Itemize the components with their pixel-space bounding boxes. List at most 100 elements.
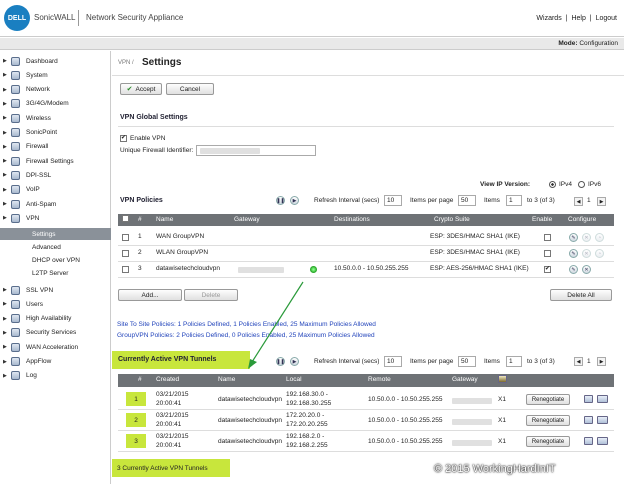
- first-page-icon[interactable]: ◀: [574, 357, 583, 366]
- logout-link[interactable]: Logout: [596, 15, 617, 22]
- stats-icon[interactable]: [584, 395, 593, 403]
- items-input[interactable]: 1: [506, 356, 522, 367]
- cancel-button[interactable]: Cancel: [166, 83, 214, 95]
- refresh-input[interactable]: 10: [384, 195, 402, 206]
- dpi-ssl-icon: [11, 170, 20, 180]
- sonicpoint-icon: [11, 128, 20, 137]
- table-row[interactable]: 2 03/21/2015 20:00:41 datawisetechcloudvpn 1…: [118, 410, 614, 431]
- sidebar-item-log[interactable]: ▶ Log: [0, 369, 111, 383]
- expand-arrow-icon: ▶: [3, 372, 7, 379]
- log-icon: [11, 371, 20, 381]
- enable-checkbox[interactable]: [544, 250, 551, 257]
- expand-arrow-icon: ▶: [3, 358, 7, 365]
- sidebar-item-security-services[interactable]: ▶ Security Services: [0, 326, 111, 340]
- tunnel-up-indicator-icon: [310, 266, 317, 273]
- edit-icon[interactable]: ✎: [569, 249, 578, 258]
- items-per-page-input[interactable]: 50: [458, 195, 476, 206]
- expand-arrow-icon: ▶: [3, 115, 7, 122]
- wireless-icon: [11, 113, 20, 123]
- breadcrumb[interactable]: VPN /: [118, 60, 134, 66]
- edit-icon[interactable]: ✎: [569, 265, 578, 274]
- sidebar-item-users[interactable]: ▶ Users: [0, 297, 111, 311]
- sidebar-item-label: High Availability: [26, 315, 72, 323]
- help-link[interactable]: Help: [571, 15, 585, 22]
- delete-icon[interactable]: ✕: [582, 233, 591, 242]
- tunnel-arrow-icon[interactable]: [597, 437, 608, 445]
- stats-icon[interactable]: ◔: [595, 249, 604, 258]
- items-input[interactable]: 1: [506, 195, 522, 206]
- table-row[interactable]: 2 WLAN GroupVPN ESP: 3DES/HMAC SHA1 (IKE) ✎…: [118, 246, 614, 262]
- enable-vpn-checkbox[interactable]: ✔: [120, 135, 127, 142]
- stats-icon[interactable]: [584, 437, 593, 445]
- sidebar-item-system[interactable]: ▶ System: [0, 68, 111, 82]
- enable-checkbox[interactable]: [544, 234, 551, 241]
- sidebar-item-wireless[interactable]: ▶ Wireless: [0, 111, 111, 125]
- sidebar-item-voip[interactable]: ▶ VoIP: [0, 183, 111, 197]
- next-page-icon[interactable]: ▶: [597, 197, 606, 206]
- row-checkbox[interactable]: [122, 234, 129, 241]
- local-network-start: 192.168.30.0 -: [286, 391, 328, 398]
- select-all-checkbox[interactable]: [122, 215, 129, 222]
- row-checkbox[interactable]: [122, 250, 129, 257]
- enable-checkbox[interactable]: ✔: [544, 266, 551, 273]
- table-row[interactable]: 3 03/21/2015 20:00:41 datawisetechcloudvpn 1…: [118, 431, 614, 452]
- delete-policy-button[interactable]: Delete: [184, 289, 238, 301]
- accept-button[interactable]: ✔ Accept: [120, 83, 162, 95]
- sidebar-sub-settings[interactable]: Settings: [0, 228, 111, 240]
- page-number: 1: [587, 197, 591, 204]
- sidebar-item-ssl-vpn[interactable]: ▶ SSL VPN: [0, 283, 111, 297]
- sidebar-item-dashboard[interactable]: ▶ Dashboard: [0, 54, 111, 68]
- play-icon[interactable]: ▶: [290, 196, 299, 205]
- sidebar-item-anti-spam[interactable]: ▶ Anti-Spam: [0, 197, 111, 211]
- stats-icon[interactable]: ◔: [595, 233, 604, 242]
- sidebar-sub-l2tp-server[interactable]: L2TP Server: [0, 267, 111, 279]
- items-per-page-input[interactable]: 50: [458, 356, 476, 367]
- wizards-link[interactable]: Wizards: [536, 15, 561, 22]
- local-network-start: 172.20.20.0 -: [286, 412, 325, 419]
- table-row[interactable]: 3 datawisetechcloudvpn 10.50.0.0 - 10.50.2…: [118, 262, 614, 278]
- tunnel-arrow-icon[interactable]: [597, 395, 608, 403]
- renegotiate-button[interactable]: Renegotiate: [526, 394, 570, 405]
- ipv6-radio[interactable]: [578, 181, 585, 188]
- global-settings-title: VPN Global Settings: [120, 114, 188, 121]
- add-policy-button[interactable]: Add...: [118, 289, 182, 301]
- pause-icon[interactable]: ❚❚: [276, 196, 285, 205]
- first-page-icon[interactable]: ◀: [574, 197, 583, 206]
- sidebar-item-sonicpoint[interactable]: ▶ SonicPoint: [0, 126, 111, 140]
- sidebar-item-network[interactable]: ▶ Network: [0, 83, 111, 97]
- ipv4-radio[interactable]: [549, 181, 556, 188]
- sidebar-item-3g-4g-modem[interactable]: ▶ 3G/4G/Modem: [0, 97, 111, 111]
- stats-icon[interactable]: [584, 416, 593, 424]
- delete-all-button[interactable]: Delete All: [550, 289, 612, 301]
- sidebar-item-appflow[interactable]: ▶ AppFlow: [0, 355, 111, 369]
- play-icon[interactable]: ▶: [290, 357, 299, 366]
- renegotiate-button[interactable]: Renegotiate: [526, 415, 570, 426]
- tunnels-table-header: # Created Name Local Remote Gateway: [118, 374, 614, 387]
- sidebar-item-vpn[interactable]: ▶ VPN: [0, 211, 111, 225]
- sidebar-sub-advanced[interactable]: Advanced: [0, 241, 111, 253]
- pause-icon[interactable]: ❚❚: [276, 357, 285, 366]
- sidebar-item-firewall[interactable]: ▶ Firewall: [0, 140, 111, 154]
- sidebar-item-wan-acceleration[interactable]: ▶ WAN Acceleration: [0, 340, 111, 354]
- delete-icon[interactable]: ✕: [582, 265, 591, 274]
- table-row[interactable]: 1 03/21/2015 20:00:41 datawisetechcloudvpn 1…: [118, 389, 614, 410]
- col-header: Enable: [532, 216, 553, 223]
- dashboard-icon: [11, 56, 20, 66]
- sidebar-item-label: 3G/4G/Modem: [26, 100, 69, 108]
- next-page-icon[interactable]: ▶: [597, 357, 606, 366]
- redacted-gateway: [452, 419, 492, 425]
- redacted-value: [200, 148, 260, 154]
- sidebar-sub-dhcp-over-vpn[interactable]: DHCP over VPN: [0, 254, 111, 266]
- refresh-input[interactable]: 10: [384, 356, 402, 367]
- edit-icon[interactable]: ✎: [569, 233, 578, 242]
- table-row[interactable]: 1 WAN GroupVPN ESP: 3DES/HMAC SHA1 (IKE) ✎ ✕…: [118, 230, 614, 246]
- sidebar-item-firewall-settings[interactable]: ▶ Firewall Settings: [0, 154, 111, 168]
- uid-label: Unique Firewall Identifier:: [120, 147, 194, 154]
- row-checkbox[interactable]: [122, 266, 129, 273]
- sidebar-item-high-availability[interactable]: ▶ High Availability: [0, 312, 111, 326]
- tunnel-arrow-icon[interactable]: [597, 416, 608, 424]
- wan-acceleration-icon: [11, 342, 20, 352]
- renegotiate-button[interactable]: Renegotiate: [526, 436, 570, 447]
- sidebar-item-dpi-ssl[interactable]: ▶ DPI-SSL: [0, 168, 111, 182]
- delete-icon[interactable]: ✕: [582, 249, 591, 258]
